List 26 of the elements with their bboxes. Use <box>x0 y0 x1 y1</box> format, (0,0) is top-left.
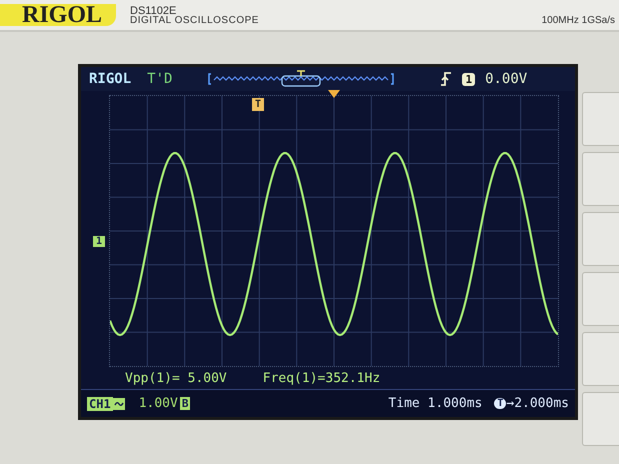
bandwidth-limit: B <box>180 397 190 410</box>
timebase: Time 1.000ms <box>388 396 482 411</box>
screen-logo: RIGOL <box>89 71 132 87</box>
side-button[interactable] <box>582 392 619 446</box>
side-button[interactable] <box>582 152 619 206</box>
model-name: DS1102E <box>130 6 176 16</box>
rising-edge-icon <box>440 72 452 86</box>
channel-label: CH1 <box>87 396 113 410</box>
channel-marker: 1 <box>93 236 106 247</box>
volts-per-div: 1.00V <box>138 396 178 411</box>
side-button[interactable] <box>582 92 619 146</box>
measurement-readout: Freq(1)=352.1Hz <box>262 370 380 386</box>
brand-logo: RIGOL <box>0 4 116 26</box>
measurement-readout: Vpp(1)= 5.00V <box>125 370 227 386</box>
device-subtitle: DIGITAL OSCILLOSCOPE <box>130 16 259 26</box>
trigger-channel: 1 <box>462 72 476 86</box>
trigger-marker: T <box>252 98 264 111</box>
ac-coupling-icon <box>112 398 125 410</box>
side-button[interactable] <box>582 272 619 326</box>
trigger-level: 0.00V <box>485 71 528 87</box>
device-spec: 100MHz 1GSa/s <box>542 15 616 26</box>
trigger-offset-badge: T <box>494 398 506 409</box>
side-button[interactable] <box>582 212 619 266</box>
side-button[interactable] <box>582 332 619 386</box>
trigger-offset: →2.000ms <box>506 396 569 411</box>
run-state: T'D <box>147 71 172 87</box>
